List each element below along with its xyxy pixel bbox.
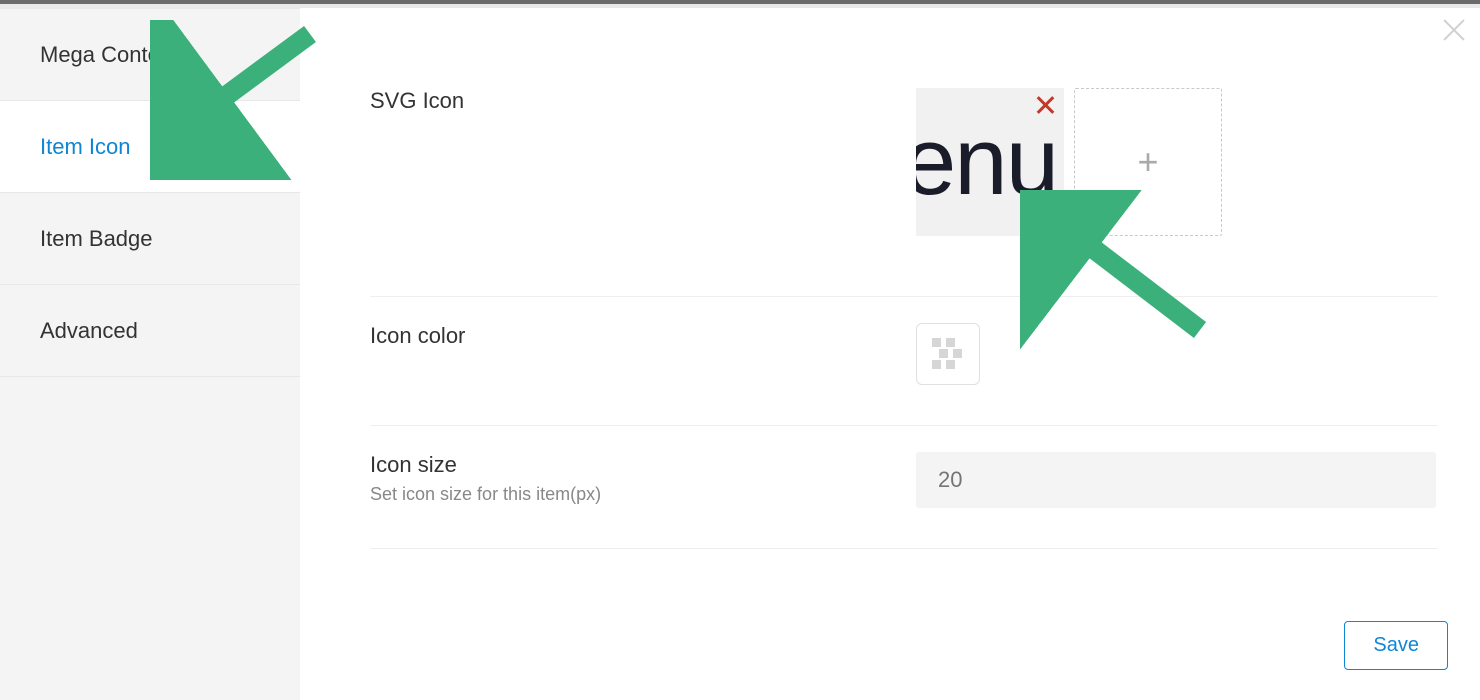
- sidebar-item-advanced[interactable]: Advanced: [0, 285, 300, 377]
- plus-icon: +: [1137, 141, 1158, 183]
- row-label: SVG Icon: [370, 88, 916, 114]
- row-control: [916, 452, 1438, 508]
- icon-color-label: Icon color: [370, 323, 916, 349]
- svg-icon-preview[interactable]: enu: [916, 88, 1064, 236]
- icon-size-hint: Set icon size for this item(px): [370, 484, 916, 505]
- sidebar-item-mega-content[interactable]: Mega Content: [0, 9, 300, 101]
- sidebar-item-item-icon[interactable]: Item Icon: [0, 101, 300, 193]
- settings-panel: SVG Icon enu + Icon color: [300, 8, 1480, 700]
- row-svg-icon: SVG Icon enu +: [370, 68, 1438, 297]
- sidebar-item-label: Mega Content: [40, 42, 178, 67]
- row-control: [916, 323, 1438, 385]
- sidebar-item-label: Item Badge: [40, 226, 153, 251]
- save-button[interactable]: Save: [1344, 621, 1448, 670]
- sidebar-item-label: Item Icon: [40, 134, 130, 159]
- row-icon-color: Icon color: [370, 297, 1438, 426]
- icon-color-picker[interactable]: [916, 323, 980, 385]
- sidebar-item-item-badge[interactable]: Item Badge: [0, 193, 300, 285]
- row-label: Icon color: [370, 323, 916, 349]
- svg-icon-label: SVG Icon: [370, 88, 916, 114]
- row-icon-size: Icon size Set icon size for this item(px…: [370, 426, 1438, 549]
- remove-svg-icon[interactable]: [1034, 94, 1056, 116]
- row-control: enu +: [916, 88, 1438, 236]
- icon-size-input[interactable]: [916, 452, 1436, 508]
- svg-icon-preview-text: enu: [916, 107, 1057, 217]
- row-label: Icon size Set icon size for this item(px…: [370, 452, 916, 505]
- add-svg-icon[interactable]: +: [1074, 88, 1222, 236]
- sidebar-item-label: Advanced: [40, 318, 138, 343]
- settings-sidebar: Mega Content Item Icon Item Badge Advanc…: [0, 8, 300, 700]
- icon-size-label: Icon size: [370, 452, 916, 478]
- transparent-swatch-icon: [932, 338, 964, 370]
